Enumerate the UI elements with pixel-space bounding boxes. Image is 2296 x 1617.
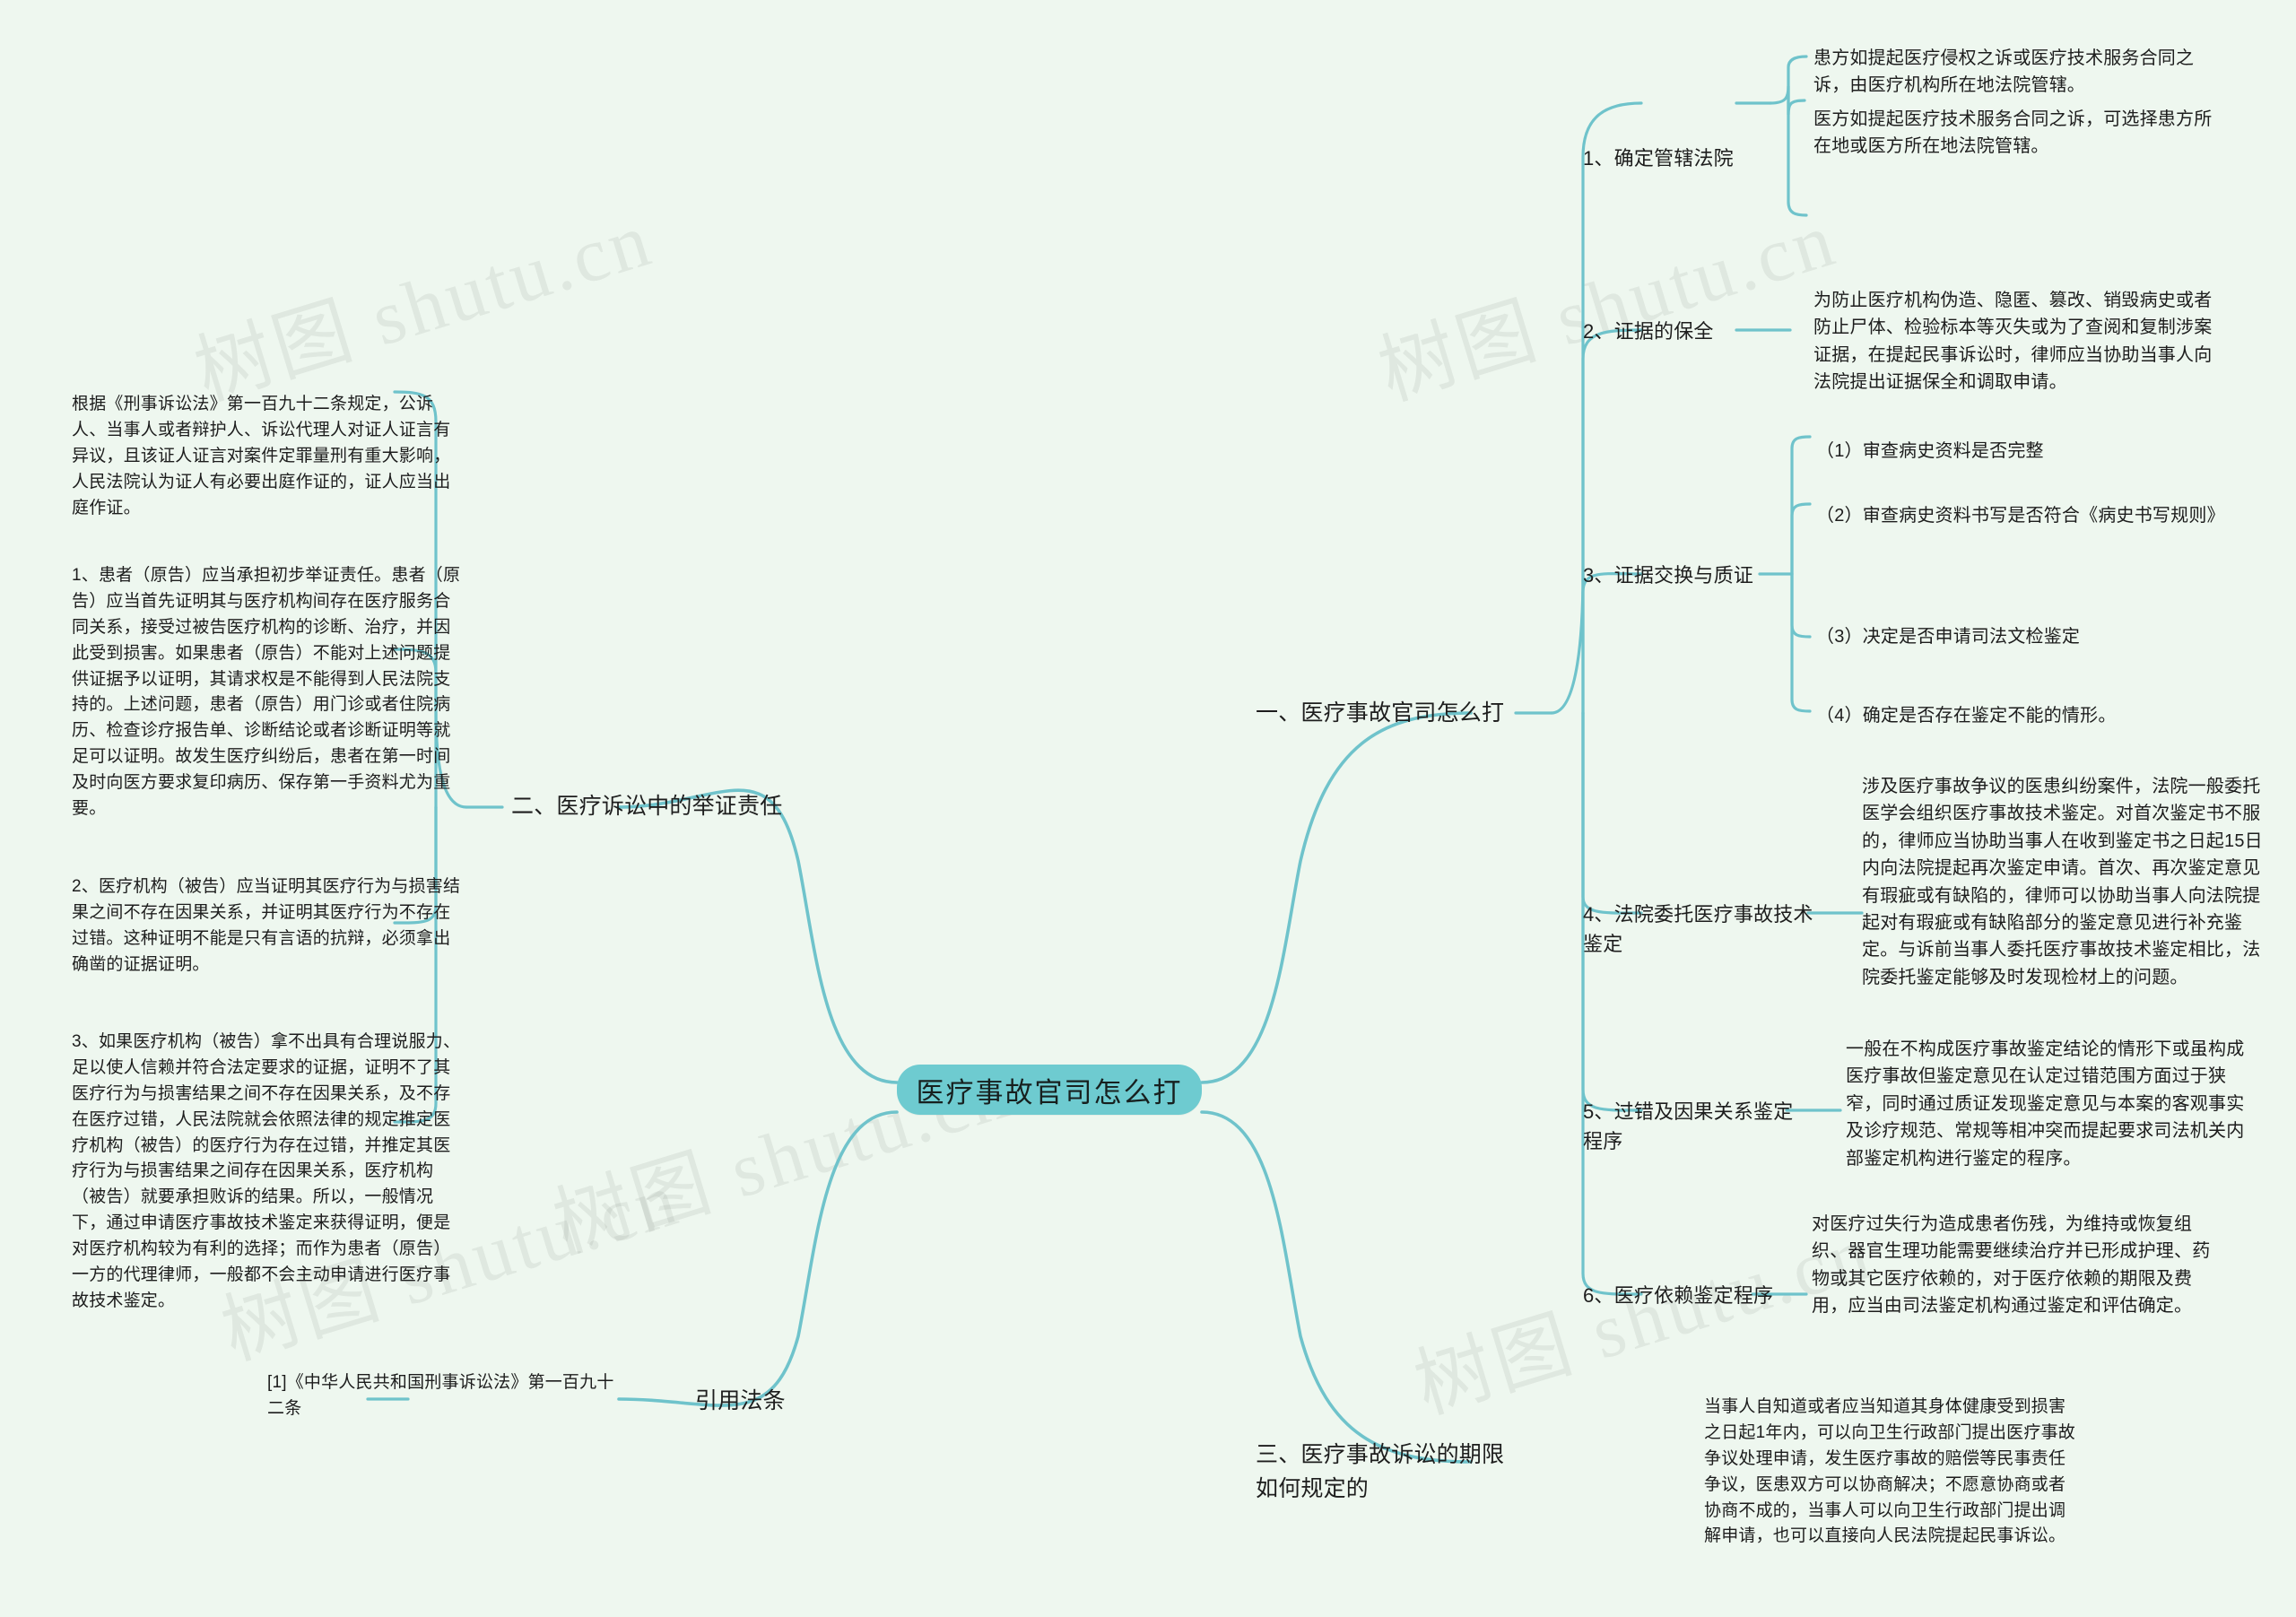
subtopic-1-2-label[interactable]: 2、证据的保全 [1583,317,1740,346]
subtopic-1-5-label[interactable]: 5、过错及因果关系鉴定程序 [1583,1097,1803,1157]
subtopic-1-4-label[interactable]: 4、法院委托医疗事故技术鉴定 [1583,900,1821,960]
detail-3-1: 当事人自知道或者应当知道其身体健康受到损害之日起1年内，可以向卫生行政部门提出医… [1704,1397,2075,1546]
subtopic-1-3-label[interactable]: 3、证据交换与质证 [1583,561,1762,590]
detail-1-3-3: （3）决定是否申请司法文检鉴定 [1816,627,2081,647]
central-node[interactable]: 医疗事故官司怎么打 [897,1065,1202,1115]
detail-1-1-1: 患方如提起医疗侵权之诉或医疗技术服务合同之诉，由医疗机构所在地法院管辖。 [1813,48,2195,96]
detail-2-4: 3、如果医疗机构（被告）拿不出具有合理说服力、足以使人信赖并符合法定要求的证据，… [72,1032,461,1310]
central-node-label: 医疗事故官司怎么打 [916,1076,1183,1108]
detail-2-3: 2、医疗机构（被告）应当证明其医疗行为与损害结果之间不存在因果关系，并证明其医疗… [72,877,461,974]
detail-1-3-1: （1）审查病史资料是否完整 [1816,441,2044,461]
subtopic-1-6-label[interactable]: 6、医疗依赖鉴定程序 [1583,1281,1776,1310]
detail-1-3-2: （2）审查病史资料书写是否符合《病史书写规则》 [1816,506,2225,526]
topic-2-label[interactable]: 二、医疗诉讼中的举证责任 [511,789,807,823]
detail-2-1: 根据《刑事诉讼法》第一百九十二条规定，公诉人、当事人或者辩护人、诉讼代理人对证人… [72,395,451,517]
detail-1-3-4: （4）确定是否存在鉴定不能的情形。 [1816,706,2117,726]
mindmap-canvas: 树图 shutu.cn 树图 shutu.cn 树图 shutu.cn 树图 s… [0,0,2296,1617]
detail-1-2-1: 为防止医疗机构伪造、隐匿、篡改、销毁病史或者防止尸体、检验标本等灭失或为了查阅和… [1813,291,2213,393]
topic-3-label[interactable]: 三、医疗事故诉讼的期限如何规定的 [1256,1438,1525,1506]
citation-detail: [1]《中华人民共和国刑事诉讼法》第一百九十二条 [267,1373,614,1418]
detail-1-5-1: 一般在不构成医疗事故鉴定结论的情形下或虽构成医疗事故但鉴定意见在认定过错范围方面… [1846,1039,2245,1169]
watermark: 树图 shutu.cn [185,196,663,416]
watermark: 树图 shutu.cn [1369,196,1847,416]
subtopic-1-1-label[interactable]: 1、确定管辖法院 [1583,143,1744,173]
detail-1-1-2: 医方如提起医疗技术服务合同之诉，可选择患方所在地或医方所在地法院管辖。 [1813,109,2213,157]
detail-1-6-1: 对医疗过失行为造成患者伤残，为维持或恢复组织、器官生理功能需要继续治疗并已形成护… [1812,1214,2211,1317]
detail-1-4-1: 涉及医疗事故争议的医患纠纷案件，法院一般委托医学会组织医疗事故技术鉴定。对首次鉴… [1862,777,2263,987]
citation-label[interactable]: 引用法条 [695,1384,848,1418]
topic-1-label[interactable]: 一、医疗事故官司怎么打 [1256,696,1525,730]
detail-2-2: 1、患者（原告）应当承担初步举证责任。患者（原告）应当首先证明其与医疗机构间存在… [72,566,461,818]
